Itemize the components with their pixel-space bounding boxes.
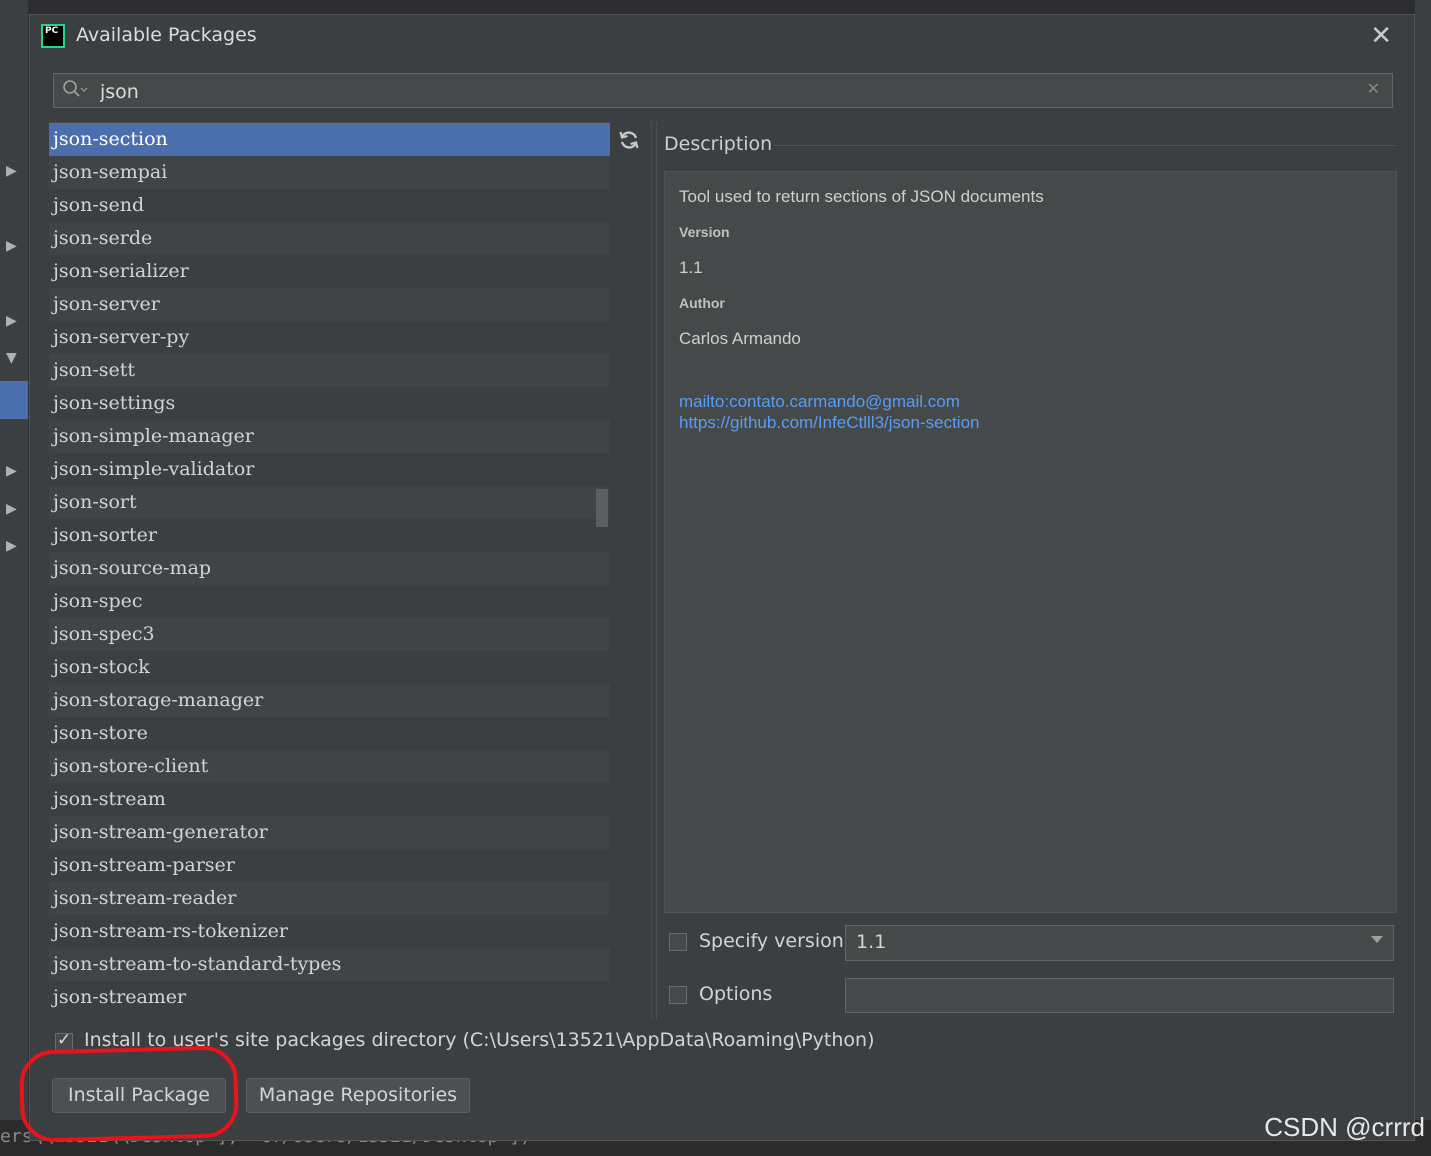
manage-repositories-button[interactable]: Manage Repositories xyxy=(246,1078,470,1113)
package-list-item[interactable]: json-streamer xyxy=(49,981,610,1014)
available-packages-dialog: PC Available Packages ✕ ✕ json-sectionjs… xyxy=(29,14,1415,1141)
expand-arrow-icon: ▶ xyxy=(6,238,17,254)
search-box[interactable]: ✕ xyxy=(53,73,1393,108)
package-list-item[interactable]: json-storage-manager xyxy=(49,684,610,717)
package-list-item[interactable]: json-stream-rs-tokenizer xyxy=(49,915,610,948)
watermark: CSDN @crrrd xyxy=(1264,1112,1425,1142)
expand-arrow-icon: ▶ xyxy=(6,501,17,517)
description-divider xyxy=(774,145,1395,146)
package-list-item[interactable]: json-stream-reader xyxy=(49,882,610,915)
search-icon xyxy=(62,79,88,106)
package-list-item[interactable]: json-serde xyxy=(49,222,610,255)
version-dropdown-value: 1.1 xyxy=(856,931,887,953)
clear-icon[interactable]: ✕ xyxy=(1367,79,1380,98)
dialog-title: Available Packages xyxy=(76,24,257,46)
chevron-down-icon xyxy=(1371,936,1383,943)
package-list[interactable]: json-section json-sempai json-send json-ser… xyxy=(49,122,610,1020)
package-list-item[interactable]: json-section xyxy=(49,123,610,156)
background-selected-row xyxy=(0,381,28,419)
package-list-item[interactable]: json-stream-to-standard-types xyxy=(49,948,610,981)
title-bar: PC Available Packages ✕ xyxy=(30,15,1414,59)
author-heading: Author xyxy=(679,295,725,311)
install-package-button[interactable]: Install Package xyxy=(52,1078,226,1113)
description-panel: Tool used to return sections of JSON doc… xyxy=(664,171,1397,913)
install-user-checkbox[interactable] xyxy=(55,1030,73,1051)
specify-version-label: Specify version xyxy=(699,930,844,952)
package-list-item[interactable]: json-simple-manager xyxy=(49,420,610,453)
pycharm-icon: PC xyxy=(41,24,65,48)
package-list-item[interactable]: json-store-client xyxy=(49,750,610,783)
package-list-item[interactable]: json-settings xyxy=(49,387,610,420)
package-list-item[interactable]: json-sort xyxy=(49,486,610,519)
collapse-arrow-icon: ▼ xyxy=(6,350,17,366)
expand-arrow-icon: ▶ xyxy=(6,463,17,479)
package-list-item[interactable]: json-source-map xyxy=(49,552,610,585)
github-link[interactable]: https://github.com/InfeCtlll3/json-secti… xyxy=(679,413,979,433)
close-icon[interactable]: ✕ xyxy=(1370,21,1392,51)
package-list-item[interactable]: json-sorter xyxy=(49,519,610,552)
author-value: Carlos Armando xyxy=(679,329,801,348)
description-label: Description xyxy=(664,133,773,155)
refresh-icon[interactable] xyxy=(618,129,642,157)
package-list-item[interactable]: json-send xyxy=(49,189,610,222)
version-heading: Version xyxy=(679,224,730,240)
package-summary: Tool used to return sections of JSON doc… xyxy=(679,187,1044,206)
background-project-panel: ▶ ▶ ▶ ▼ ▶ ▶ ▶ xyxy=(0,0,28,1156)
package-list-item[interactable]: json-stream xyxy=(49,783,610,816)
expand-arrow-icon: ▶ xyxy=(6,313,17,329)
package-list-item[interactable]: json-sett xyxy=(49,354,610,387)
version-value: 1.1 xyxy=(679,258,703,277)
specify-version-checkbox[interactable] xyxy=(669,933,687,951)
package-list-item[interactable]: json-server-py xyxy=(49,321,610,354)
package-list-item[interactable]: json-server xyxy=(49,288,610,321)
package-list-item[interactable]: json-spec3 xyxy=(49,618,610,651)
options-input[interactable] xyxy=(845,978,1394,1013)
package-list-item[interactable]: json-simple-validator xyxy=(49,453,610,486)
package-list-scrollbar[interactable] xyxy=(596,489,608,527)
package-list-item[interactable]: json-stream-parser xyxy=(49,849,610,882)
search-input[interactable] xyxy=(98,77,1352,106)
package-list-item[interactable]: json-sempai xyxy=(49,156,610,189)
expand-arrow-icon: ▶ xyxy=(6,538,17,554)
package-list-item[interactable]: json-stock xyxy=(49,651,610,684)
background-right-panel xyxy=(1415,0,1431,1156)
package-list-item[interactable]: json-serializer xyxy=(49,255,610,288)
options-label: Options xyxy=(699,983,773,1005)
package-list-item[interactable]: json-store xyxy=(49,717,610,750)
package-list-item[interactable]: json-stream-generator xyxy=(49,816,610,849)
version-dropdown[interactable]: 1.1 xyxy=(845,925,1394,961)
options-checkbox[interactable] xyxy=(669,986,687,1004)
install-user-label: Install to user's site packages director… xyxy=(84,1029,875,1051)
panel-splitter[interactable] xyxy=(651,122,657,1019)
email-link[interactable]: mailto:contato.carmando@gmail.com xyxy=(679,392,960,412)
package-list-item[interactable]: json-spec xyxy=(49,585,610,618)
expand-arrow-icon: ▶ xyxy=(6,163,17,179)
